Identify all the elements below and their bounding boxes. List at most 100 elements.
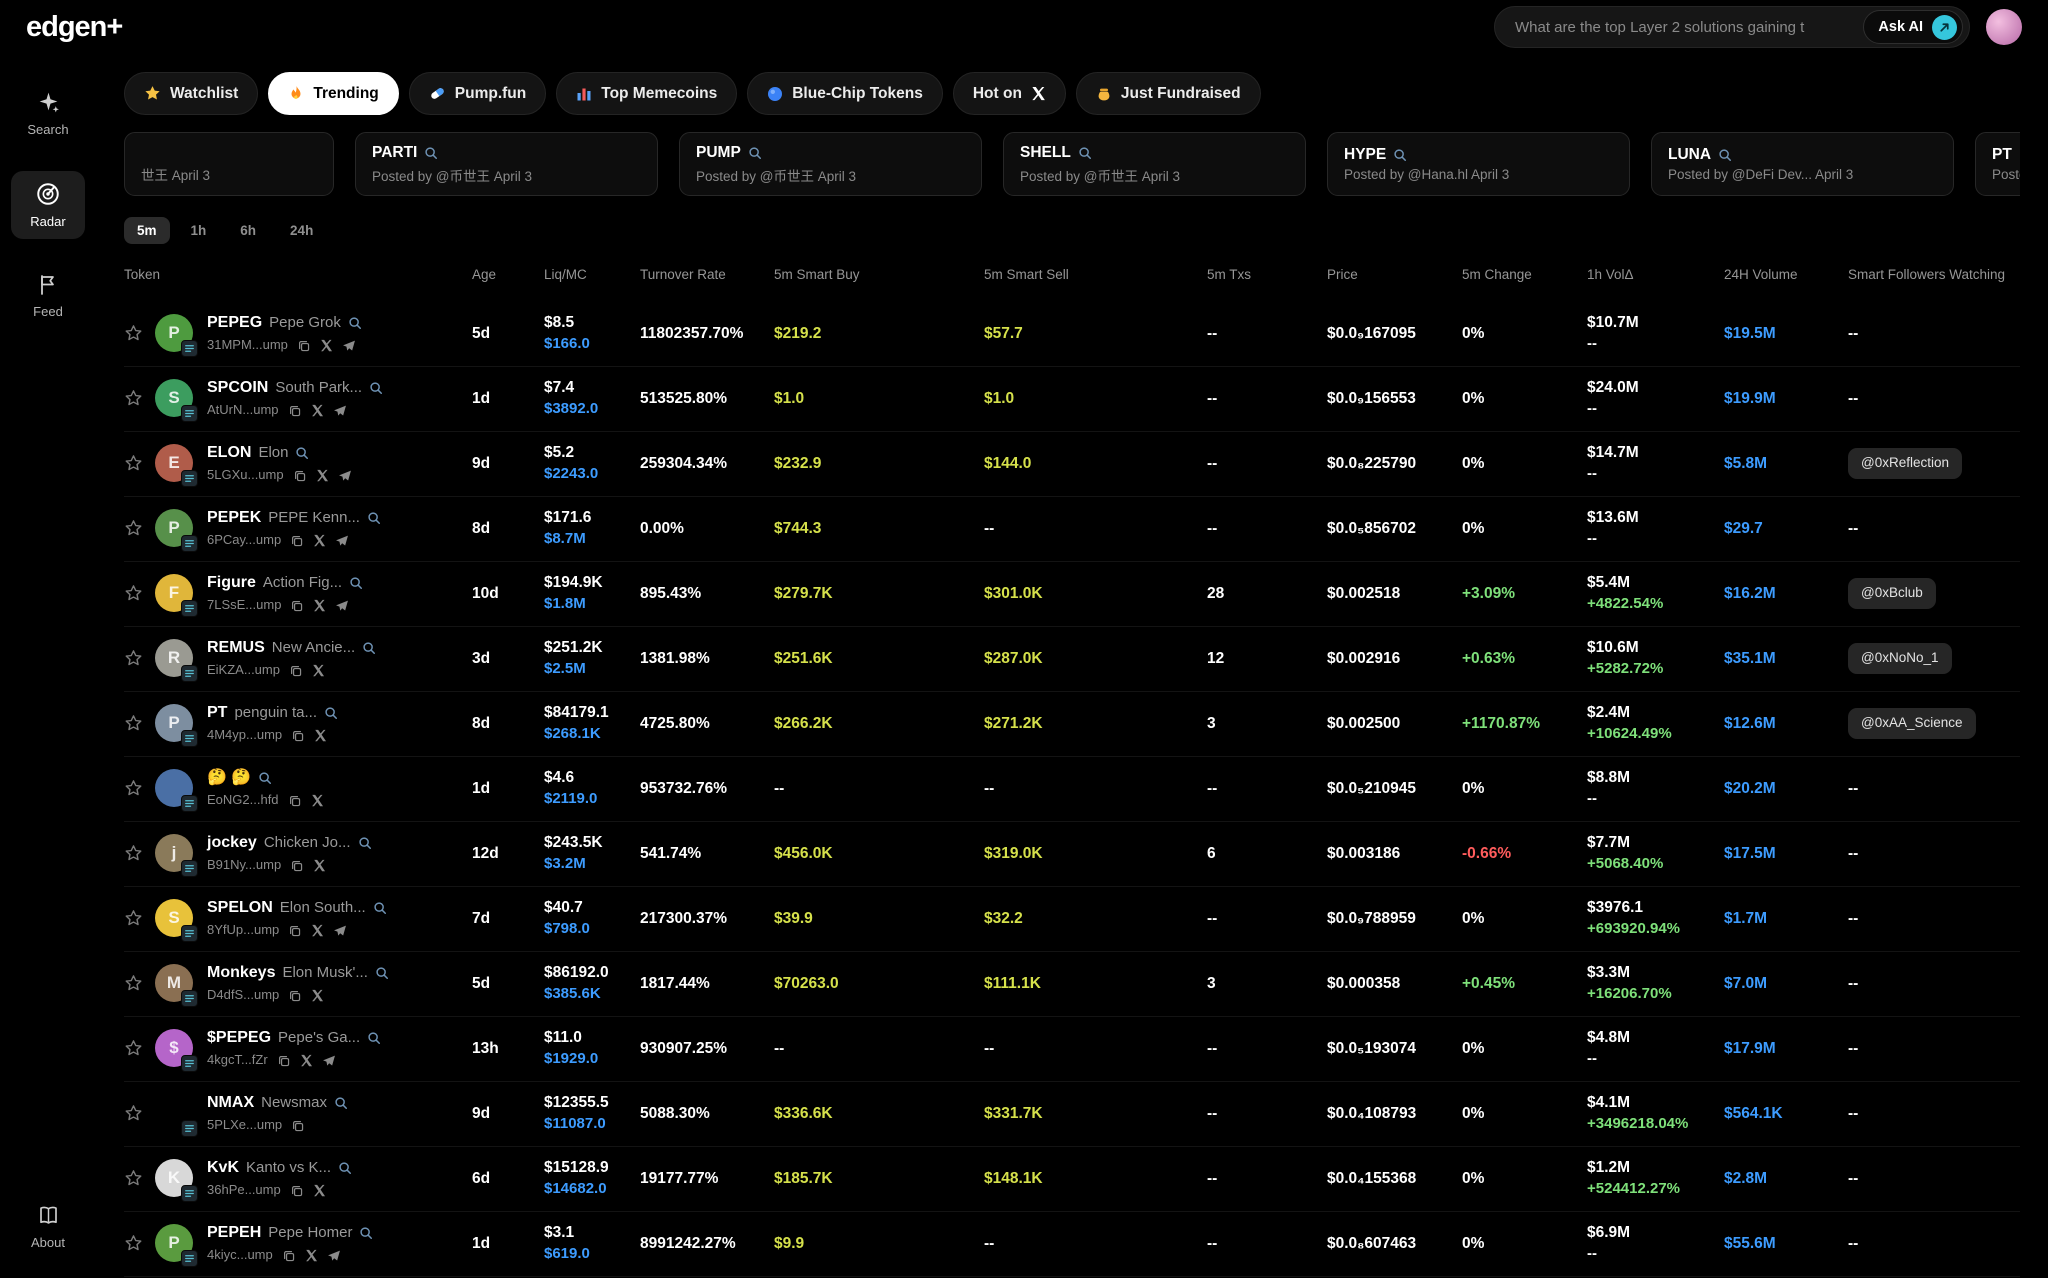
tab-blue-chip-tokens[interactable]: Blue-Chip Tokens xyxy=(747,72,943,115)
table-row[interactable]: $$PEPEGPepe's Ga...4kgcT...fZr13h$11.0$1… xyxy=(124,1017,2020,1082)
table-row[interactable]: SSPCOINSouth Park...AtUrN...ump1d$7.4$38… xyxy=(124,367,2020,432)
x-social-icon[interactable] xyxy=(313,859,326,872)
magnifier-icon[interactable] xyxy=(1393,148,1407,162)
magnifier-icon[interactable] xyxy=(1718,148,1732,162)
watchlist-star-icon[interactable] xyxy=(124,454,143,473)
sidebar-item-radar[interactable]: Radar xyxy=(11,171,85,239)
smart-follower-badge[interactable]: @0xNoNo_1 xyxy=(1848,643,1952,674)
magnifier-icon[interactable] xyxy=(373,901,387,915)
watchlist-star-icon[interactable] xyxy=(124,649,143,668)
magnifier-icon[interactable] xyxy=(2019,148,2020,162)
copy-icon[interactable] xyxy=(289,664,303,678)
watchlist-star-icon[interactable] xyxy=(124,1039,143,1058)
copy-icon[interactable] xyxy=(290,534,304,548)
tab-watchlist[interactable]: Watchlist xyxy=(124,72,258,115)
copy-icon[interactable] xyxy=(291,729,305,743)
magnifier-icon[interactable] xyxy=(349,576,363,590)
token-card-partial[interactable]: 世王 April 3 xyxy=(124,132,334,196)
copy-icon[interactable] xyxy=(297,339,311,353)
x-social-icon[interactable] xyxy=(305,1249,318,1262)
watchlist-star-icon[interactable] xyxy=(124,909,143,928)
x-social-icon[interactable] xyxy=(316,469,329,482)
table-row[interactable]: KKvKKanto vs K...36hPe...ump6d$15128.9$1… xyxy=(124,1147,2020,1212)
watchlist-star-icon[interactable] xyxy=(124,584,143,603)
x-social-icon[interactable] xyxy=(320,339,333,352)
copy-icon[interactable] xyxy=(290,599,304,613)
x-social-icon[interactable] xyxy=(311,989,324,1002)
magnifier-icon[interactable] xyxy=(348,316,362,330)
x-social-icon[interactable] xyxy=(300,1054,313,1067)
telegram-icon[interactable] xyxy=(335,534,349,548)
tab-trending[interactable]: Trending xyxy=(268,72,398,115)
magnifier-icon[interactable] xyxy=(424,146,438,160)
table-row[interactable]: PPEPEHPepe Homer4kiyc...ump1d$3.1$619.08… xyxy=(124,1212,2020,1277)
table-row[interactable]: RREMUSNew Ancie...EiKZA...ump3d$251.2K$2… xyxy=(124,627,2020,692)
token-card-parti[interactable]: PARTIPosted by @币世王 April 3 xyxy=(355,132,658,196)
user-avatar[interactable] xyxy=(1986,9,2022,45)
table-row[interactable]: PPEPEGPepe Grok31MPM...ump5d$8.5$166.011… xyxy=(124,302,2020,367)
watchlist-star-icon[interactable] xyxy=(124,324,143,343)
watchlist-star-icon[interactable] xyxy=(124,1104,143,1123)
magnifier-icon[interactable] xyxy=(258,771,272,785)
sidebar-item-feed[interactable]: Feed xyxy=(11,263,85,329)
magnifier-icon[interactable] xyxy=(359,1226,373,1240)
x-social-icon[interactable] xyxy=(314,729,327,742)
magnifier-icon[interactable] xyxy=(748,146,762,160)
time-filter-24h[interactable]: 24h xyxy=(277,217,326,244)
x-social-icon[interactable] xyxy=(311,404,324,417)
smart-follower-badge[interactable]: @0xBclub xyxy=(1848,578,1936,609)
sidebar-item-search[interactable]: Search xyxy=(11,80,85,147)
table-row[interactable]: NMAXNewsmax5PLXe...ump9d$12355.5$11087.0… xyxy=(124,1082,2020,1147)
watchlist-star-icon[interactable] xyxy=(124,1169,143,1188)
time-filter-6h[interactable]: 6h xyxy=(227,217,269,244)
ask-ai-search-bar[interactable]: Ask AI xyxy=(1494,6,1970,48)
x-social-icon[interactable] xyxy=(311,924,324,937)
token-card-pt[interactable]: PTPosted b xyxy=(1975,132,2020,196)
table-row[interactable]: PPEPEKPEPE Kenn...6PCay...ump8d$171.6$8.… xyxy=(124,497,2020,562)
magnifier-icon[interactable] xyxy=(358,836,372,850)
token-card-pump[interactable]: PUMPPosted by @币世王 April 3 xyxy=(679,132,982,196)
ask-ai-button[interactable]: Ask AI xyxy=(1863,10,1963,44)
table-row[interactable]: EELONElon5LGXu...ump9d$5.2$2243.0259304.… xyxy=(124,432,2020,497)
x-social-icon[interactable] xyxy=(313,534,326,547)
magnifier-icon[interactable] xyxy=(324,706,338,720)
copy-icon[interactable] xyxy=(291,1119,305,1133)
smart-follower-badge[interactable]: @0xAA_Science xyxy=(1848,708,1976,739)
x-social-icon[interactable] xyxy=(312,664,325,677)
tab-just-fundraised[interactable]: Just Fundraised xyxy=(1076,72,1261,115)
telegram-icon[interactable] xyxy=(327,1249,341,1263)
magnifier-icon[interactable] xyxy=(334,1096,348,1110)
x-social-icon[interactable] xyxy=(311,794,324,807)
token-card-shell[interactable]: SHELLPosted by @币世王 April 3 xyxy=(1003,132,1306,196)
watchlist-star-icon[interactable] xyxy=(124,779,143,798)
x-social-icon[interactable] xyxy=(313,1184,326,1197)
telegram-icon[interactable] xyxy=(338,469,352,483)
table-row[interactable]: 🤔 🤔EoNG2...hfd1d$4.6$2119.0953732.76%---… xyxy=(124,757,2020,822)
magnifier-icon[interactable] xyxy=(369,381,383,395)
copy-icon[interactable] xyxy=(277,1054,291,1068)
table-row[interactable]: jjockeyChicken Jo...B91Ny...ump12d$243.5… xyxy=(124,822,2020,887)
watchlist-star-icon[interactable] xyxy=(124,1234,143,1253)
magnifier-icon[interactable] xyxy=(362,641,376,655)
table-row[interactable]: FFigureAction Fig...7LSsE...ump10d$194.9… xyxy=(124,562,2020,627)
telegram-icon[interactable] xyxy=(333,924,347,938)
watchlist-star-icon[interactable] xyxy=(124,519,143,538)
x-social-icon[interactable] xyxy=(313,599,326,612)
tab-top-memecoins[interactable]: Top Memecoins xyxy=(556,72,737,115)
telegram-icon[interactable] xyxy=(322,1054,336,1068)
telegram-icon[interactable] xyxy=(342,339,356,353)
copy-icon[interactable] xyxy=(282,1249,296,1263)
smart-follower-badge[interactable]: @0xReflection xyxy=(1848,448,1962,479)
watchlist-star-icon[interactable] xyxy=(124,389,143,408)
token-card-luna[interactable]: LUNAPosted by @DeFi Dev... April 3 xyxy=(1651,132,1954,196)
table-row[interactable]: MMonkeysElon Musk'...D4dfS...ump5d$86192… xyxy=(124,952,2020,1017)
sidebar-item-about[interactable]: About xyxy=(11,1193,85,1260)
magnifier-icon[interactable] xyxy=(367,1031,381,1045)
magnifier-icon[interactable] xyxy=(1078,146,1092,160)
copy-icon[interactable] xyxy=(290,859,304,873)
ask-ai-input[interactable] xyxy=(1515,19,1853,36)
copy-icon[interactable] xyxy=(288,989,302,1003)
magnifier-icon[interactable] xyxy=(338,1161,352,1175)
tab-pump-fun[interactable]: Pump.fun xyxy=(409,72,546,115)
telegram-icon[interactable] xyxy=(335,599,349,613)
